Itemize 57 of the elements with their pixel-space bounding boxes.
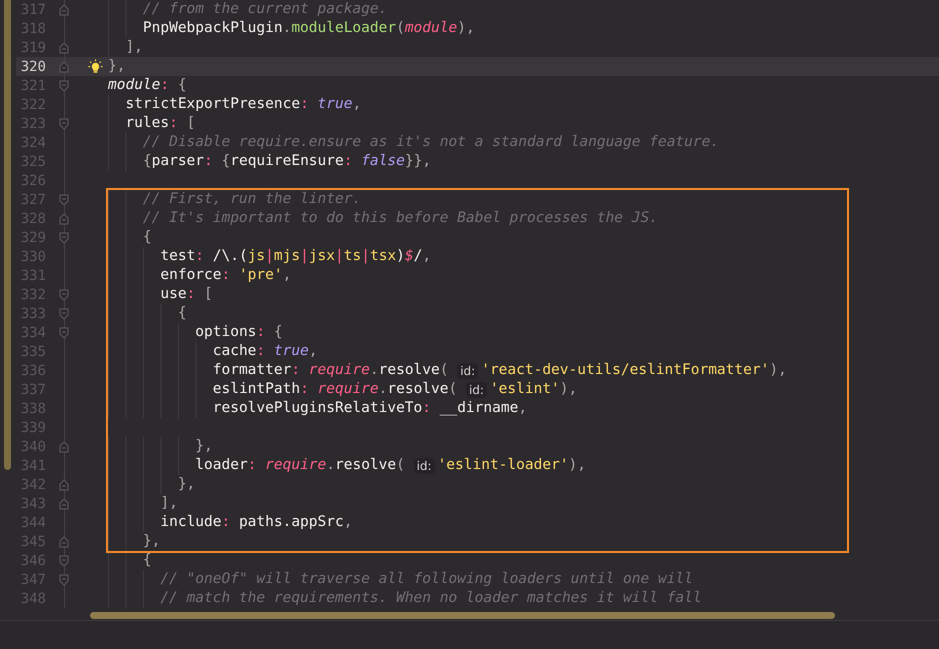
fold-marker-icon[interactable] <box>59 4 69 16</box>
code-text: PnpWebpackPlugin.moduleLoader(module), <box>142 19 475 38</box>
inlay-hint: id: <box>414 458 435 474</box>
fold-marker-icon[interactable] <box>59 42 69 54</box>
code-text: { <box>142 551 152 570</box>
code-text: ], <box>160 494 178 513</box>
code-text: // match the requirements. When no loader matches it will fall <box>160 589 702 608</box>
code-text: loader: require.resolve( <box>195 456 406 475</box>
code-text: // Disable require.ensure as it's not a standard language feature. <box>142 133 720 152</box>
code-text: use: [ <box>160 285 213 304</box>
code-text: // First, run the linter. <box>142 190 362 209</box>
code-text: {parser: {requireEnsure: false}}, <box>142 152 432 171</box>
fold-marker-icon[interactable] <box>59 232 69 244</box>
fold-marker-icon[interactable] <box>59 288 69 300</box>
inlay-hint: id: <box>457 362 478 378</box>
code-text: options: { <box>195 323 283 342</box>
fold-marker-icon[interactable] <box>59 118 69 130</box>
code-text: }, <box>178 475 196 494</box>
code-text: }, <box>108 57 126 76</box>
code-text: strictExportPresence: true, <box>125 95 362 114</box>
code-text: // "oneOf" will traverse all following loaders until one will <box>160 570 693 589</box>
code-text: ], <box>125 38 143 57</box>
code-text: }, <box>142 532 160 551</box>
code-text: }, <box>195 437 213 456</box>
fold-marker-icon[interactable] <box>59 536 69 548</box>
fold-marker-icon[interactable] <box>59 308 69 320</box>
lightbulb-icon[interactable] <box>88 59 102 74</box>
inlay-hint: id: <box>466 382 487 398</box>
scrollbar-thumb[interactable] <box>4 0 11 470</box>
line-number: 320 <box>20 58 46 74</box>
code-text: eslintPath: require.resolve( <box>212 380 458 399</box>
fold-marker-icon[interactable] <box>59 554 69 566</box>
code-text: 'eslint'), <box>490 380 578 399</box>
scrollbar-thumb[interactable] <box>90 612 835 618</box>
code-text: rules: [ <box>125 114 196 133</box>
fold-marker-icon[interactable] <box>59 478 69 490</box>
code-text: enforce: 'pre', <box>160 266 292 285</box>
code-text: module: { <box>108 76 187 95</box>
code-text: // from the current package. <box>142 0 388 19</box>
code-text: test: /\.(js|mjs|jsx|ts|tsx)$/, <box>160 247 432 266</box>
fold-marker-icon[interactable] <box>59 440 69 452</box>
fold-marker-icon[interactable] <box>59 212 69 224</box>
code-text: include: paths.appSrc, <box>160 513 352 532</box>
code-text: cache: true, <box>212 342 318 361</box>
code-text: formatter: require.resolve( <box>212 361 450 380</box>
fold-marker-icon[interactable] <box>59 60 69 72</box>
code-text: { <box>178 304 187 323</box>
fold-marker-icon[interactable] <box>59 326 69 338</box>
fold-marker-icon[interactable] <box>59 194 69 206</box>
code-text: 'eslint-loader'), <box>438 456 586 475</box>
fold-marker-icon[interactable] <box>59 498 69 510</box>
fold-marker-icon[interactable] <box>59 574 69 586</box>
code-text: resolvePluginsRelativeTo: __dirname, <box>212 399 528 418</box>
code-text: 'react-dev-utils/eslintFormatter'), <box>481 361 787 380</box>
code-text: // It's important to do this before Babel processes the JS. <box>142 209 658 228</box>
code-text: { <box>142 228 152 247</box>
fold-marker-icon[interactable] <box>59 80 69 92</box>
